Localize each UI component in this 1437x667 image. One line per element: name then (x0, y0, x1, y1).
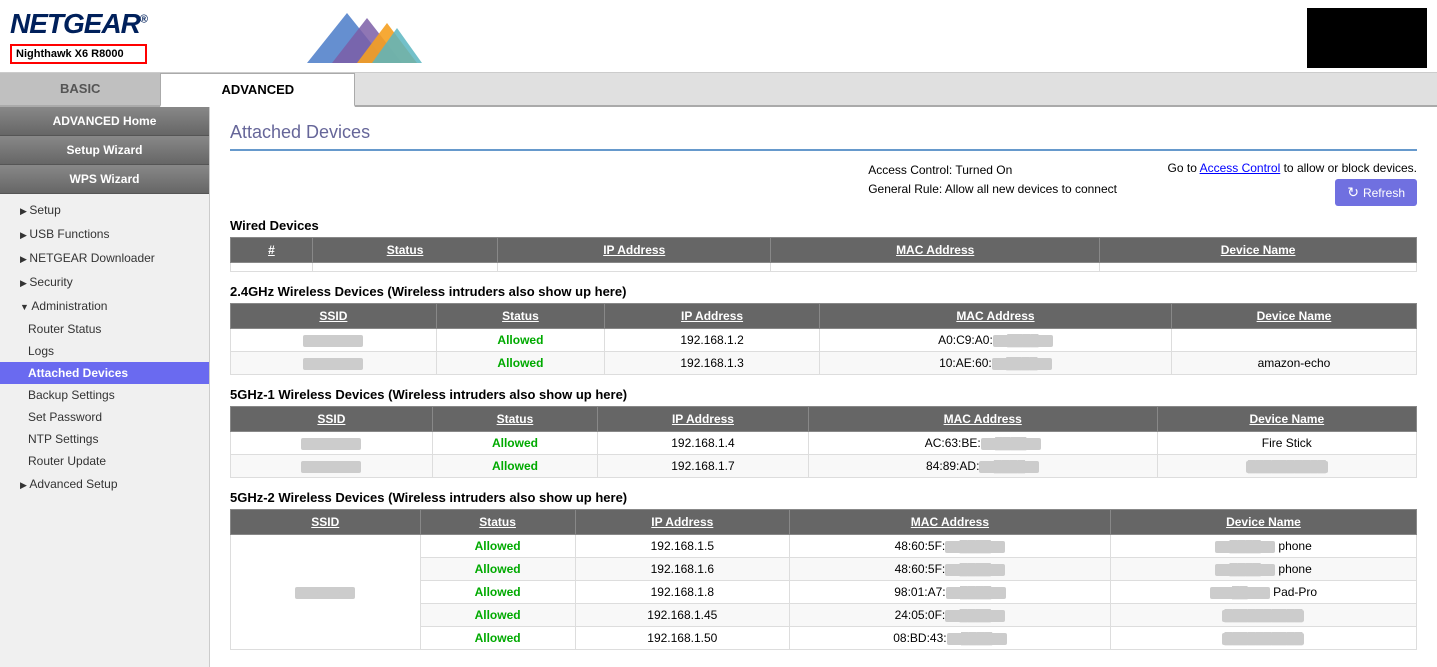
access-status-line1: Access Control: Turned On (868, 161, 1117, 180)
layout: ADVANCED Home Setup Wizard WPS Wizard Se… (0, 107, 1437, 667)
table-row: XXXXXXX Allowed 192.168.1.4 AC:63:BE:███… (231, 432, 1417, 455)
wired-col-device[interactable]: Device Name (1100, 238, 1417, 263)
w24-col-ssid[interactable]: SSID (231, 304, 437, 329)
table-row: XXXXXXX Allowed 192.168.1.5 48:60:5F:███… (231, 535, 1417, 558)
netgear-logo: NETGEAR® (10, 8, 147, 40)
table-row: XXXXXXX Allowed 192.168.1.7 84:89:AD:███… (231, 455, 1417, 478)
sidebar-item-setup[interactable]: Setup (0, 198, 209, 222)
wired-devices-table: # Status IP Address MAC Address Device N… (230, 237, 1417, 272)
access-control-info: Access Control: Turned On General Rule: … (868, 161, 1117, 199)
access-link-area: Go to Access Control to allow or block d… (1157, 161, 1417, 206)
w5g1-col-ssid[interactable]: SSID (231, 407, 433, 432)
sidebar-item-usb-functions[interactable]: USB Functions (0, 222, 209, 246)
sidebar: ADVANCED Home Setup Wizard WPS Wizard Se… (0, 107, 210, 667)
w24-col-ip[interactable]: IP Address (605, 304, 820, 329)
sidebar-subitem-ntp-settings[interactable]: NTP Settings (0, 428, 209, 450)
page-title: Attached Devices (230, 122, 1417, 151)
w5g2-col-ip[interactable]: IP Address (575, 510, 789, 535)
w5g2-col-ssid[interactable]: SSID (231, 510, 421, 535)
sidebar-subitem-logs[interactable]: Logs (0, 340, 209, 362)
table-row (231, 263, 1417, 272)
tab-advanced[interactable]: ADVANCED (160, 73, 355, 107)
access-link-suffix: to allow or block devices. (1280, 161, 1417, 175)
w5g2-col-mac[interactable]: MAC Address (789, 510, 1110, 535)
sidebar-item-administration[interactable]: Administration (0, 294, 209, 318)
w5g1-col-ip[interactable]: IP Address (598, 407, 809, 432)
sidebar-setup-wizard[interactable]: Setup Wizard (0, 136, 209, 165)
w24-col-status[interactable]: Status (436, 304, 604, 329)
sidebar-subitem-attached-devices[interactable]: Attached Devices (0, 362, 209, 384)
wireless-24-title: 2.4GHz Wireless Devices (Wireless intrud… (230, 284, 1417, 299)
logo-area: NETGEAR® Nighthawk X6 R8000 (10, 8, 147, 64)
sidebar-sections: Setup USB Functions NETGEAR Downloader S… (0, 194, 209, 500)
main-content: Attached Devices Access Control: Turned … (210, 107, 1437, 667)
sidebar-item-netgear-downloader[interactable]: NETGEAR Downloader (0, 246, 209, 270)
sidebar-advanced-home[interactable]: ADVANCED Home (0, 107, 209, 136)
wireless-5g1-title: 5GHz-1 Wireless Devices (Wireless intrud… (230, 387, 1417, 402)
header-right-block (1307, 8, 1427, 68)
netgear-logo-graphic (297, 8, 427, 63)
wireless-24-table: SSID Status IP Address MAC Address Devic… (230, 303, 1417, 375)
access-status-line2: General Rule: Allow all new devices to c… (868, 180, 1117, 199)
table-row: XXXXXXX Allowed 192.168.1.3 10:AE:60:███… (231, 352, 1417, 375)
w24-col-device[interactable]: Device Name (1171, 304, 1416, 329)
header: NETGEAR® Nighthawk X6 R8000 (0, 0, 1437, 73)
wired-col-hash[interactable]: # (231, 238, 313, 263)
sidebar-item-security[interactable]: Security (0, 270, 209, 294)
wired-col-mac[interactable]: MAC Address (771, 238, 1100, 263)
table-row: XXXXXXX Allowed 192.168.1.2 A0:C9:A0:███… (231, 329, 1417, 352)
access-link-prefix: Go to (1168, 161, 1200, 175)
wired-col-ip[interactable]: IP Address (498, 238, 771, 263)
refresh-button[interactable]: Refresh (1335, 179, 1417, 206)
sidebar-subitem-set-password[interactable]: Set Password (0, 406, 209, 428)
sidebar-subitem-router-status[interactable]: Router Status (0, 318, 209, 340)
wired-col-status[interactable]: Status (312, 238, 497, 263)
access-control-link[interactable]: Access Control (1200, 161, 1281, 175)
w5g1-col-mac[interactable]: MAC Address (808, 407, 1157, 432)
sidebar-subitem-router-update[interactable]: Router Update (0, 450, 209, 472)
wired-devices-title: Wired Devices (230, 218, 1417, 233)
w5g1-col-device[interactable]: Device Name (1157, 407, 1416, 432)
w5g2-col-device[interactable]: Device Name (1110, 510, 1416, 535)
sidebar-wps-wizard[interactable]: WPS Wizard (0, 165, 209, 194)
tab-bar: BASIC ADVANCED (0, 73, 1437, 107)
wireless-5g2-title: 5GHz-2 Wireless Devices (Wireless intrud… (230, 490, 1417, 505)
model-name: Nighthawk X6 R8000 (10, 44, 147, 64)
sidebar-item-advanced-setup[interactable]: Advanced Setup (0, 472, 209, 496)
wireless-5g1-table: SSID Status IP Address MAC Address Devic… (230, 406, 1417, 478)
w5g1-col-status[interactable]: Status (432, 407, 597, 432)
wireless-5g2-table: SSID Status IP Address MAC Address Devic… (230, 509, 1417, 650)
w24-col-mac[interactable]: MAC Address (819, 304, 1171, 329)
sidebar-subitem-backup-settings[interactable]: Backup Settings (0, 384, 209, 406)
w5g2-col-status[interactable]: Status (420, 510, 575, 535)
tab-basic[interactable]: BASIC (0, 73, 160, 105)
access-control-bar: Access Control: Turned On General Rule: … (230, 161, 1417, 206)
